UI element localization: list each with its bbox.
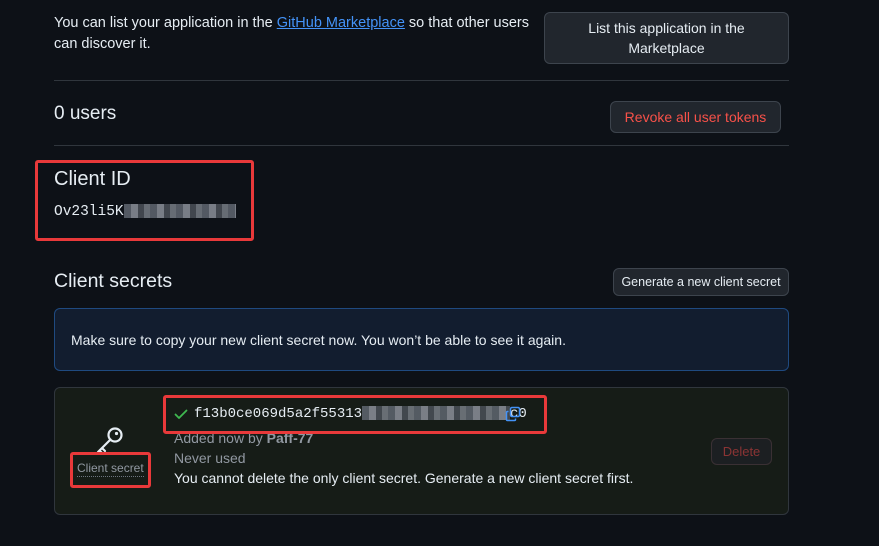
marketplace-description: You can list your application in the Git… bbox=[54, 13, 544, 55]
notice-text: Make sure to copy your new client secret… bbox=[71, 331, 566, 348]
divider bbox=[54, 145, 789, 146]
secret-usage: Never used bbox=[174, 450, 246, 466]
marketplace-text-before: You can list your application in the bbox=[54, 15, 277, 31]
copy-secret-notice: Make sure to copy your new client secret… bbox=[54, 308, 789, 371]
divider bbox=[54, 80, 789, 81]
delete-secret-button[interactable]: Delete bbox=[711, 438, 772, 465]
marketplace-link[interactable]: GitHub Marketplace bbox=[277, 15, 405, 31]
generate-client-secret-button[interactable]: Generate a new client secret bbox=[613, 268, 789, 296]
highlight-client-id bbox=[35, 160, 254, 241]
users-count-heading: 0 users bbox=[54, 103, 117, 124]
highlight-client-secret-label bbox=[70, 452, 151, 488]
revoke-all-user-tokens-button[interactable]: Revoke all user tokens bbox=[610, 101, 781, 133]
highlight-client-secret-value bbox=[163, 395, 547, 434]
delete-warning: You cannot delete the only client secret… bbox=[174, 470, 634, 486]
list-in-marketplace-button[interactable]: List this application in the Marketplace bbox=[544, 12, 789, 64]
client-secrets-heading: Client secrets bbox=[54, 270, 173, 292]
oauth-app-settings: You can list your application in the Git… bbox=[0, 0, 879, 546]
